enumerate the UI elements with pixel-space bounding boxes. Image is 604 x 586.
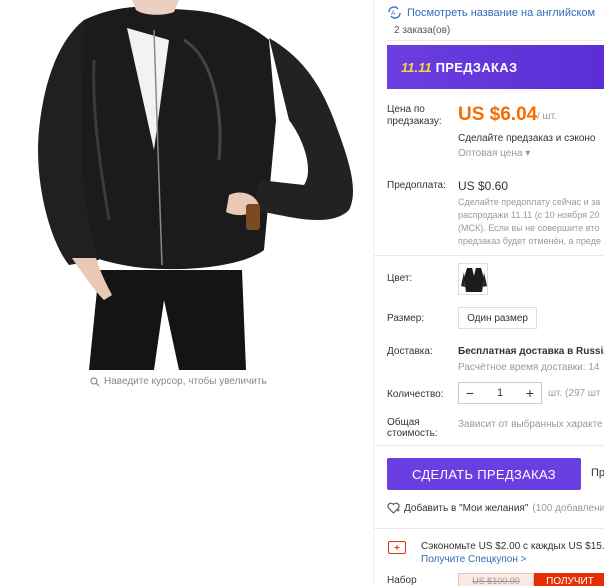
zoom-hint: Наведите курсор, чтобы увеличить: [90, 376, 267, 387]
prepay-desc-line: предзаказ будет отменён, а преде: [458, 236, 601, 246]
bundle-label: Набор: [387, 575, 417, 586]
panel-divider: [373, 0, 374, 586]
prepay-desc-line: распродажи 11.11 (с 10 ноября 20: [458, 210, 600, 220]
orders-count: 2 заказа(ов): [394, 25, 451, 36]
quantity-decrease-button[interactable]: −: [459, 383, 481, 403]
price-note: Сделайте предзаказ и сэконо: [458, 133, 596, 144]
presale-banner: 11.11 ПРЕДЗАКАЗ: [387, 45, 604, 89]
translate-title-link[interactable]: A Посмотреть название на английском: [387, 6, 595, 19]
size-label: Размер:: [387, 313, 425, 324]
translate-title-label: Посмотреть название на английском: [407, 6, 596, 19]
prepay-description: Сделайте предоплату сейчас и за распрода…: [458, 196, 604, 248]
total-value: Зависит от выбранных характе: [458, 419, 603, 430]
heart-plus-icon: [387, 502, 400, 514]
jacket-photo: [14, 0, 370, 370]
coupon-text: Сэкономьте US $2.00 с каждых US $15.: [421, 541, 604, 552]
wishlist-count: (100 добавлени: [532, 502, 604, 514]
quantity-increase-button[interactable]: +: [519, 383, 541, 403]
add-to-wishlist[interactable]: Добавить в "Мои желания" (100 добавлени: [387, 502, 604, 514]
color-label: Цвет:: [387, 273, 413, 284]
separator: [387, 40, 604, 41]
total-label: Общая стоимость:: [387, 417, 438, 439]
banner-badge: 11.11: [401, 59, 432, 75]
quantity-available: шт. (297 шт: [548, 388, 601, 399]
coupon-icon: [388, 541, 406, 554]
quantity-label: Количество:: [387, 389, 444, 400]
separator: [374, 255, 604, 256]
banner-text: ПРЕДЗАКАЗ: [435, 59, 518, 75]
zoom-hint-text: Наведите курсор, чтобы увеличить: [104, 376, 267, 387]
price-value: US $6.04: [458, 104, 538, 125]
size-option-one-size[interactable]: Один размер: [458, 307, 537, 329]
wishlist-label: Добавить в "Мои желания": [404, 502, 529, 514]
color-swatch-black[interactable]: [458, 263, 488, 295]
shipping-time: Расчётное время доставки: 14: [458, 362, 600, 373]
preorder-button[interactable]: СДЕЛАТЬ ПРЕДЗАКАЗ: [387, 458, 581, 490]
prepay-label: Предоплата:: [387, 180, 446, 191]
wholesale-price-toggle[interactable]: Оптовая цена ▾: [458, 148, 530, 159]
quantity-stepper: − 1 +: [458, 382, 542, 404]
price-label: Цена по предзаказу:: [387, 104, 442, 127]
separator: [374, 445, 604, 446]
magnifier-icon: [90, 376, 100, 386]
jacket-thumbnail: [459, 264, 487, 294]
price-unit: / шт.: [537, 111, 557, 122]
prepay-desc-line: (МСК). Если вы не совершите вто: [458, 223, 600, 233]
bundle-get-button[interactable]: ПОЛУЧИТ: [534, 573, 604, 586]
bundle-old-price: US $100.00: [458, 573, 534, 586]
shipping-label: Доставка:: [387, 346, 433, 357]
quantity-input[interactable]: 1: [481, 383, 519, 403]
shipping-method[interactable]: Бесплатная доставка в Russia: [458, 346, 604, 357]
translate-icon: A: [388, 6, 401, 19]
svg-text:A: A: [391, 11, 395, 17]
get-coupon-link[interactable]: Получите Спецкупон >: [421, 554, 527, 565]
prepay-value: US $0.60: [458, 179, 509, 193]
separator: [374, 528, 604, 529]
product-image[interactable]: [14, 0, 370, 370]
secondary-action-text[interactable]: Пр: [591, 467, 604, 479]
prepay-desc-line: Сделайте предоплату сейчас и за: [458, 197, 601, 207]
